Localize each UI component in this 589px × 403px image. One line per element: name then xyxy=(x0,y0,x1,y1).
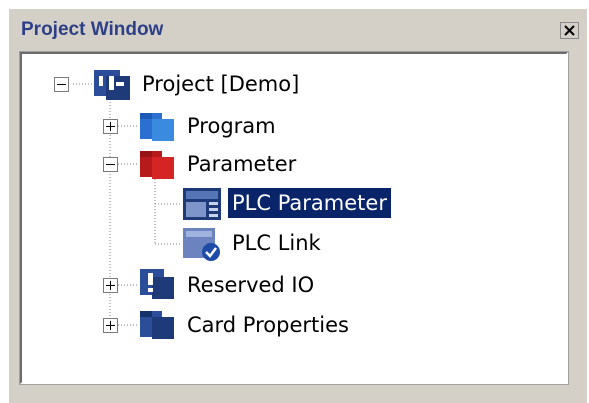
close-icon xyxy=(564,25,575,36)
expand-toggle-reserved-io[interactable] xyxy=(103,278,118,293)
plc-link-icon xyxy=(183,228,220,261)
project-icon xyxy=(94,70,130,100)
tree-item-label-plc-parameter: PLC Parameter xyxy=(228,188,391,218)
tree-item-label-reserved-io: Reserved IO xyxy=(187,273,315,297)
close-button[interactable] xyxy=(560,22,579,39)
tree-item-label-plc-link: PLC Link xyxy=(232,231,321,255)
parameter-folder-icon xyxy=(140,151,174,179)
tree-item-label-card-properties: Card Properties xyxy=(187,313,349,337)
reserved-io-icon xyxy=(140,269,174,299)
collapse-toggle-project[interactable] xyxy=(54,77,69,92)
collapse-toggle-parameter[interactable] xyxy=(103,157,118,172)
program-folder-icon xyxy=(140,113,174,141)
expand-toggle-card-properties[interactable] xyxy=(103,318,118,333)
expand-toggle-program[interactable] xyxy=(103,119,118,134)
tree-item-label-project: Project [Demo] xyxy=(142,72,300,96)
tree-item-label-program: Program xyxy=(187,114,276,138)
plc-parameter-icon xyxy=(183,188,221,220)
tree-item-label-parameter: Parameter xyxy=(187,152,297,176)
title-bar[interactable]: Project Window xyxy=(9,9,587,51)
card-properties-icon xyxy=(140,311,174,339)
window-title: Project Window xyxy=(21,19,164,40)
